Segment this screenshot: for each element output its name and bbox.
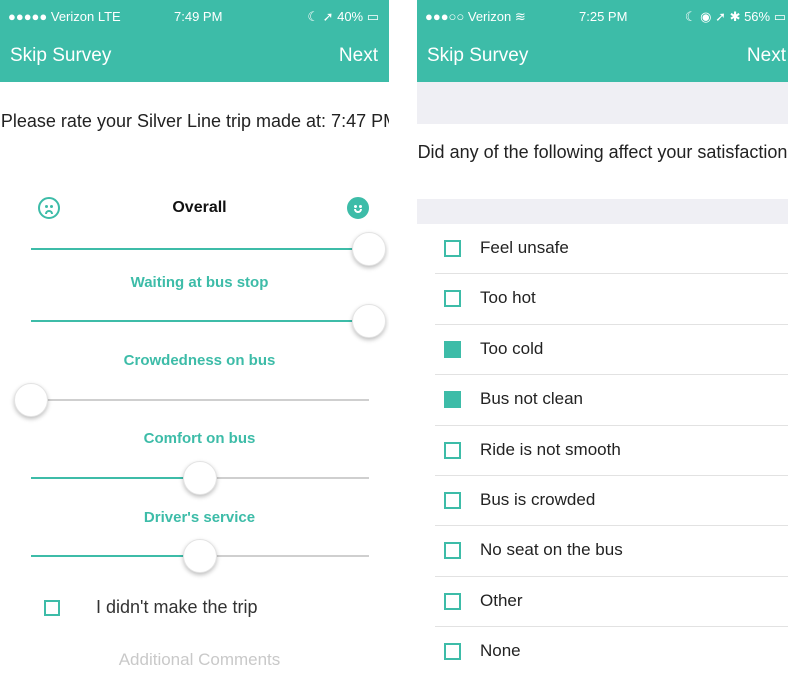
rating-prompt: Please rate your Silver Line trip made a…: [0, 111, 389, 131]
slider-thumb[interactable]: [352, 232, 386, 266]
option-checkbox[interactable]: [444, 240, 461, 257]
option-row[interactable]: Ride is not smooth: [417, 426, 788, 476]
nav-bar: Skip Survey Next: [0, 32, 389, 82]
option-row[interactable]: Bus not clean: [417, 375, 788, 426]
slider-label-crowdedness: Crowdedness on bus: [123, 352, 276, 369]
slider-fill: [31, 248, 369, 250]
next-button[interactable]: Next: [339, 45, 378, 67]
slider-fill: [31, 555, 200, 557]
no-trip-checkbox[interactable]: [44, 600, 60, 616]
nav-bar: Skip Survey Next: [417, 32, 788, 82]
slider-thumb[interactable]: [183, 539, 217, 573]
option-label: None: [480, 641, 521, 661]
slider-label-comfort: Comfort on bus: [143, 430, 256, 447]
slider-comfort[interactable]: [31, 460, 369, 496]
option-checkbox[interactable]: [444, 290, 461, 308]
option-label: Too cold: [480, 338, 544, 358]
option-checkbox[interactable]: [444, 643, 461, 661]
status-bar: ●●●●● Verizon LTE 7:49 PM ☾ ➚ 40% ▭: [0, 0, 389, 32]
section-spacer: [417, 199, 788, 224]
option-row[interactable]: No seat on the bus: [417, 526, 788, 577]
option-label: Bus not clean: [480, 389, 584, 409]
options-list: Feel unsafe Too hot Too cold Bus not clean R…: [417, 224, 788, 674]
slider-thumb[interactable]: [14, 383, 48, 417]
option-checkbox[interactable]: [444, 391, 461, 409]
carrier-signal: ●●●●● Verizon LTE: [8, 9, 121, 24]
slider-label-driver: Driver's service: [143, 509, 256, 526]
next-button[interactable]: Next: [747, 45, 786, 67]
slider-label-waiting: Waiting at bus stop: [130, 274, 269, 291]
skip-survey-button[interactable]: Skip Survey: [10, 45, 111, 67]
slider-overall[interactable]: [31, 231, 386, 267]
slider-label-overall: Overall: [172, 199, 227, 216]
slider-thumb[interactable]: [352, 304, 386, 338]
slider-fill: [31, 477, 200, 479]
option-label: Feel unsafe: [480, 238, 569, 257]
option-label: Too hot: [480, 288, 536, 308]
option-checkbox[interactable]: [444, 592, 461, 610]
additional-comments-field[interactable]: Additional Comments: [0, 650, 389, 670]
option-checkbox[interactable]: [444, 491, 461, 509]
slider-thumb[interactable]: [183, 461, 217, 495]
status-time: 7:25 PM: [579, 9, 628, 24]
option-checkbox[interactable]: [444, 441, 461, 459]
option-row[interactable]: None: [417, 627, 788, 674]
slider-waiting[interactable]: [31, 303, 386, 339]
status-bar: ●●●○○ Verizon ≋ 7:25 PM ☾ ◉ ➚ ✱ 56% ▭: [417, 0, 788, 32]
slider-fill: [31, 320, 369, 322]
slider-track: [31, 399, 369, 401]
rating-screen: ●●●●● Verizon LTE 7:49 PM ☾ ➚ 40% ▭ Skip…: [0, 0, 389, 674]
option-checkbox[interactable]: [444, 340, 461, 358]
option-label: Other: [480, 590, 523, 610]
header-spacer: [417, 82, 788, 124]
status-right-icons: ☾ ◉ ➚ ✱ 56% ▭: [684, 9, 786, 24]
satisfaction-question: Did any of the following affect your sat…: [417, 142, 788, 162]
option-label: Ride is not smooth: [480, 439, 621, 459]
skip-survey-button[interactable]: Skip Survey: [427, 45, 528, 67]
no-trip-label: I didn't make the trip: [96, 597, 258, 617]
option-row[interactable]: Bus is crowded: [417, 476, 788, 527]
option-row[interactable]: Too cold: [417, 325, 788, 376]
carrier-signal: ●●●○○ Verizon ≋: [425, 9, 526, 24]
option-label: Bus is crowded: [480, 489, 596, 509]
option-label: No seat on the bus: [480, 540, 623, 560]
option-row[interactable]: Too hot: [417, 274, 788, 325]
status-right-icons: ☾ ➚ 40% ▭: [307, 9, 379, 24]
status-time: 7:49 PM: [174, 9, 223, 24]
slider-crowdedness[interactable]: [14, 382, 369, 418]
satisfaction-screen: ●●●○○ Verizon ≋ 7:25 PM ☾ ◉ ➚ ✱ 56% ▭ Sk…: [417, 0, 788, 674]
slider-driver[interactable]: [31, 538, 369, 574]
option-checkbox[interactable]: [444, 542, 461, 560]
option-row[interactable]: Other: [417, 577, 788, 628]
option-row[interactable]: Feel unsafe: [417, 224, 788, 275]
